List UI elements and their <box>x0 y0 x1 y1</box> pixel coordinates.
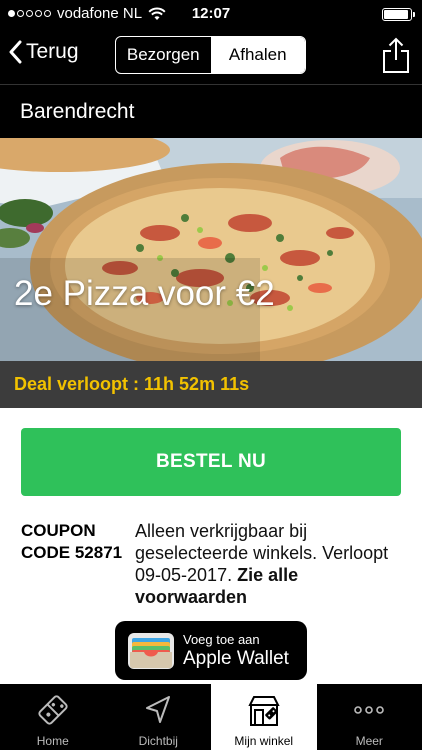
battery-level-fill <box>384 10 408 19</box>
tab-more-label: Meer <box>355 734 383 748</box>
tab-nearby-label: Dichtbij <box>138 734 178 748</box>
status-time: 12:07 <box>191 5 231 22</box>
tab-my-store-label: Mijn winkel <box>234 734 294 748</box>
tab-nearby[interactable]: Dichtbij <box>106 684 212 750</box>
wallet-icon <box>128 632 174 669</box>
coupon-code: COUPON CODE 52871 <box>21 520 122 564</box>
segment-bezorgen[interactable]: Bezorgen <box>116 37 211 73</box>
delivery-mode-segmented-control: Bezorgen Afhalen <box>115 36 306 74</box>
tab-more[interactable]: Meer <box>317 684 422 750</box>
chevron-left-icon <box>9 40 22 64</box>
tab-home[interactable]: Home <box>0 684 106 750</box>
location-arrow-icon <box>146 696 171 723</box>
app-screen: vodafone NL 12:07 Terug Bezorgen Afhalen <box>0 0 422 750</box>
pizza-photo <box>0 138 422 361</box>
store-name: Barendrecht <box>0 84 422 138</box>
wallet-line1: Voeg toe aan <box>183 631 260 647</box>
deal-title: 2e Pizza voor €2 <box>14 274 275 313</box>
status-bar: vodafone NL 12:07 <box>0 0 422 28</box>
order-now-button[interactable]: BESTEL NU <box>21 428 401 496</box>
coupon-label-line1: COUPON <box>21 521 96 540</box>
domino-icon <box>38 695 68 725</box>
deal-hero-image: 2e Pizza voor €2 <box>0 138 422 361</box>
navigation-bar: Terug Bezorgen Afhalen <box>0 28 422 84</box>
coupon-label-line2: CODE 52871 <box>21 543 123 562</box>
wallet-text: Voeg toe aan Apple Wallet <box>183 632 289 670</box>
coupon-terms: Alleen verkrijgbaar bij geselecteerde wi… <box>135 520 405 608</box>
deal-countdown: Deal verloopt : 11h 52m 11s <box>0 361 422 408</box>
back-button[interactable]: Terug <box>8 40 79 64</box>
store-icon <box>248 696 280 726</box>
battery-icon <box>382 8 415 21</box>
tab-bar: Home Dichtbij Mijn winkel Meer <box>0 684 422 750</box>
add-to-apple-wallet-button[interactable]: Voeg toe aan Apple Wallet <box>115 621 307 680</box>
share-icon[interactable] <box>382 36 410 74</box>
tab-my-store[interactable]: Mijn winkel <box>211 684 317 750</box>
segment-afhalen[interactable]: Afhalen <box>210 37 305 73</box>
wallet-line2: Apple Wallet <box>183 647 289 669</box>
tab-home-label: Home <box>36 734 69 748</box>
more-dots-icon <box>354 706 385 714</box>
back-label: Terug <box>26 40 79 63</box>
